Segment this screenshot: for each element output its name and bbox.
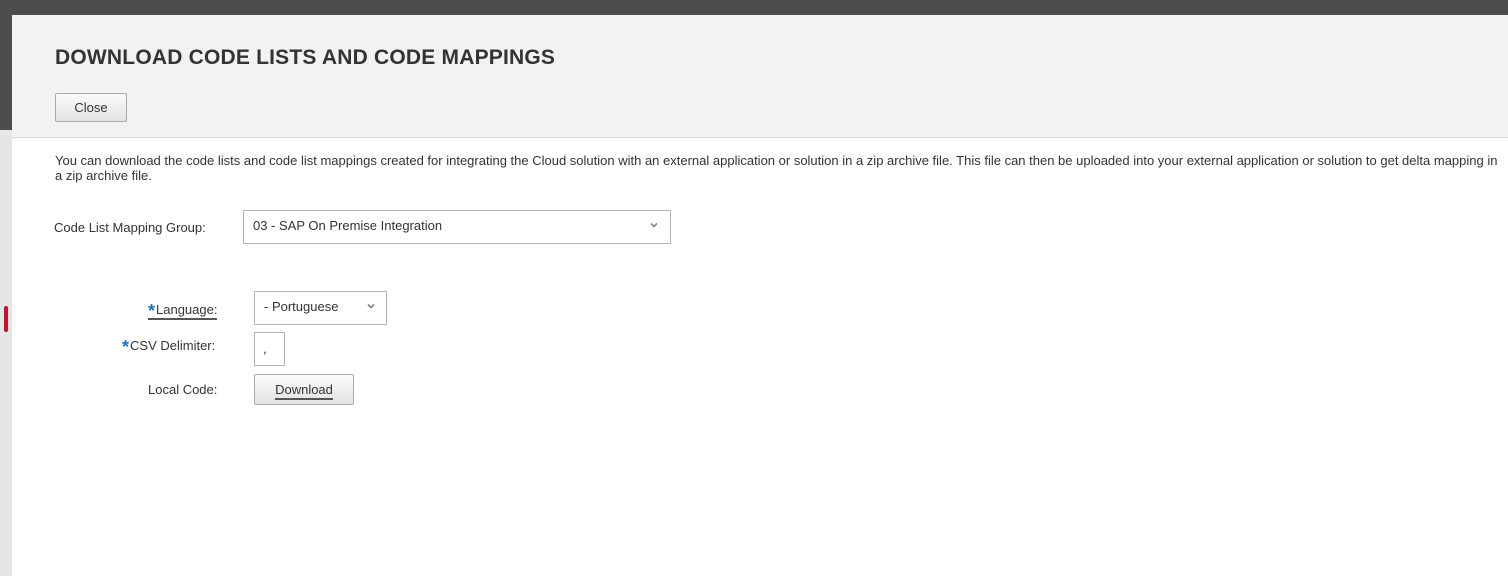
language-label-text: Language: xyxy=(156,302,218,317)
download-button-label: Download xyxy=(275,382,333,400)
csv-delimiter-label: CSV Delimiter: xyxy=(130,338,216,353)
close-button[interactable]: Close xyxy=(55,93,127,122)
description-text: You can download the code lists and code… xyxy=(55,153,1498,183)
csv-delimiter-input[interactable]: , xyxy=(254,332,285,366)
mapping-group-value: 03 - SAP On Premise Integration xyxy=(253,218,443,233)
language-label: *Language: xyxy=(148,301,218,321)
mapping-group-label: Code List Mapping Group: xyxy=(54,220,206,235)
required-marker: * xyxy=(148,301,156,321)
dialog-header: DOWNLOAD CODE LISTS AND CODE MAPPINGS Cl… xyxy=(12,15,1508,138)
download-code-lists-dialog: DOWNLOAD CODE LISTS AND CODE MAPPINGS Cl… xyxy=(12,15,1508,576)
download-button[interactable]: Download xyxy=(254,374,354,405)
chevron-down-icon xyxy=(650,222,658,228)
mapping-group-select[interactable]: 03 - SAP On Premise Integration xyxy=(243,210,671,244)
csv-delimiter-label-wrapper: *CSV Delimiter: xyxy=(122,337,215,358)
top-bar xyxy=(0,0,1508,15)
required-marker: * xyxy=(122,337,130,357)
left-edge-header-strip xyxy=(0,15,12,130)
left-edge-marker xyxy=(4,306,8,332)
language-label-wrapper: *Language: xyxy=(148,301,218,322)
language-select[interactable]: - Portuguese xyxy=(254,291,387,325)
chevron-down-icon xyxy=(367,303,375,309)
language-value: - Portuguese xyxy=(264,299,339,314)
dialog-title: DOWNLOAD CODE LISTS AND CODE MAPPINGS xyxy=(55,46,556,69)
local-code-label: Local Code: xyxy=(148,382,218,397)
